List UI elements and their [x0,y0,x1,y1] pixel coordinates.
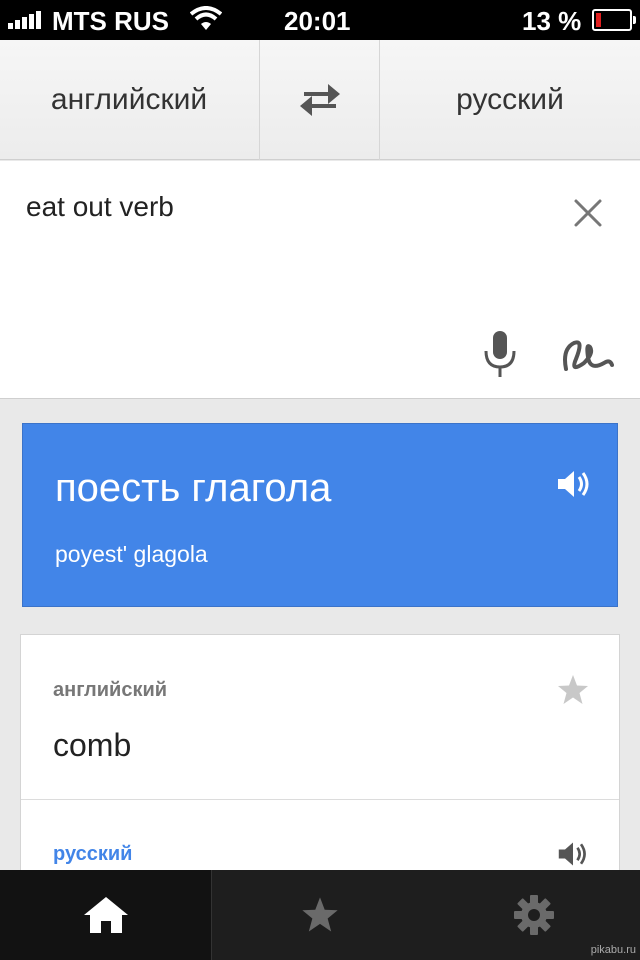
input-area[interactable]: eat out verb [0,161,640,399]
star-icon[interactable] [556,673,590,707]
watermark-text: pikabu.ru [590,944,636,956]
target-language-label: русский [456,83,564,116]
swap-languages-button[interactable] [259,40,380,160]
swap-arrows-icon [299,84,340,116]
gear-icon [513,895,554,935]
close-icon[interactable] [568,193,608,233]
battery-icon [592,9,636,31]
language-bar: английский русский [0,40,640,160]
dictionary-source-language: английский [53,679,168,701]
divider [21,799,619,800]
translation-text: поесть глагола [55,466,332,510]
star-icon [302,897,338,932]
speaker-icon[interactable] [557,839,589,869]
battery-percent: 13 % [522,6,582,36]
home-icon [83,897,128,933]
source-language-label: английский [50,83,208,116]
translation-card[interactable]: поесть глагола poyest' glagola [22,423,618,607]
signal-strength-icon [8,11,41,29]
handwriting-icon[interactable] [560,329,616,381]
tab-starred[interactable] [213,870,427,960]
source-text-input[interactable]: eat out verb [26,191,174,223]
dictionary-word: comb [53,727,132,763]
dictionary-target-language: русский [53,843,133,865]
status-time: 20:01 [284,6,351,36]
status-bar: MTS RUS 20:01 13 % [0,0,640,40]
target-language-button[interactable]: русский [380,40,640,160]
speaker-icon[interactable] [556,468,592,500]
microphone-icon[interactable] [478,329,522,381]
tab-home[interactable] [0,870,212,960]
source-language-button[interactable]: английский [0,40,258,160]
carrier-name: MTS RUS [52,6,169,36]
wifi-icon [190,6,222,30]
tab-bar: pikabu.ru [0,870,640,960]
transliteration-text: poyest' glagola [55,541,208,567]
